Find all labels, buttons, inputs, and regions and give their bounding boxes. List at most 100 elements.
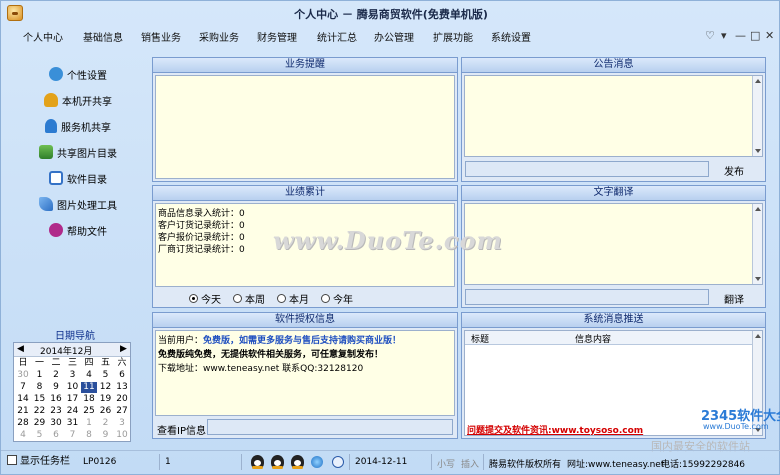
calendar-day[interactable]: 13: [114, 382, 130, 393]
calendar-day[interactable]: 4: [81, 370, 97, 381]
calendar-day[interactable]: 8: [81, 430, 97, 441]
notice-scrollbar[interactable]: [752, 76, 762, 156]
calendar-day[interactable]: 5: [98, 370, 114, 381]
next-month-icon[interactable]: ▶: [120, 344, 127, 354]
calendar-day[interactable]: 5: [32, 430, 48, 441]
calendar-day[interactable]: 24: [65, 406, 81, 417]
radio-dot[interactable]: [233, 294, 242, 303]
calendar-day[interactable]: 15: [32, 394, 48, 405]
calendar-day[interactable]: 14: [15, 394, 31, 405]
menu-personal-center[interactable]: 个人中心: [23, 29, 63, 44]
maximize-button[interactable]: □: [750, 29, 760, 42]
calendar-day[interactable]: 29: [32, 418, 48, 429]
calendar-day[interactable]: 26: [98, 406, 114, 417]
notice-content[interactable]: [464, 75, 763, 157]
website[interactable]: 网址:www.teneasy.net: [567, 457, 664, 470]
menu-office[interactable]: 办公管理: [374, 29, 414, 44]
radio-this-month[interactable]: 本月: [277, 291, 309, 306]
close-button[interactable]: ✕: [765, 29, 774, 42]
ip-info-field[interactable]: [207, 419, 453, 435]
translate-input-area[interactable]: [464, 203, 763, 285]
menu-extensions[interactable]: 扩展功能: [433, 29, 473, 44]
calendar-day[interactable]: 6: [114, 370, 130, 381]
divider: [349, 454, 350, 470]
globe-icon[interactable]: [311, 456, 323, 468]
calendar-day[interactable]: 3: [65, 370, 81, 381]
radio-this-week[interactable]: 本周: [233, 291, 265, 306]
calendar-day[interactable]: 22: [32, 406, 48, 417]
calendar-day[interactable]: 10: [114, 430, 130, 441]
calendar: ◀ 2014年12月 ▶ 日一二三四五六 30 1 2 3 4 5 6 7 8 9 10 11 12 13…: [13, 342, 131, 442]
panel-title: 公告消息: [462, 58, 765, 73]
column-header-content[interactable]: 信息内容: [575, 332, 611, 345]
calendar-day[interactable]: 1: [32, 370, 48, 381]
notice-input[interactable]: [465, 161, 709, 177]
dropdown-icon[interactable]: ▾: [721, 29, 727, 42]
translate-scrollbar[interactable]: [752, 204, 762, 284]
sidebar-item-help[interactable]: 帮助文件: [9, 219, 147, 241]
calendar-day-today[interactable]: 11: [81, 382, 97, 393]
business-reminder-content[interactable]: [155, 75, 455, 179]
prev-month-icon[interactable]: ◀: [17, 344, 24, 354]
radio-dot[interactable]: [321, 294, 330, 303]
user-code: LP0126: [83, 457, 117, 467]
minimize-button[interactable]: —: [735, 29, 746, 42]
menu-basic-info[interactable]: 基础信息: [83, 29, 123, 44]
calendar-day[interactable]: 23: [48, 406, 64, 417]
calendar-day[interactable]: 25: [81, 406, 97, 417]
calendar-day[interactable]: 3: [114, 418, 130, 429]
calendar-day[interactable]: 17: [65, 394, 81, 405]
translate-button[interactable]: 翻译: [724, 291, 744, 306]
calendar-day[interactable]: 2: [98, 418, 114, 429]
sidebar-item-personal-settings[interactable]: 个性设置: [9, 63, 147, 85]
menu-purchase[interactable]: 采购业务: [199, 29, 239, 44]
calendar-day[interactable]: 18: [81, 394, 97, 405]
sidebar-item-image-tool[interactable]: 图片处理工具: [9, 193, 147, 215]
radio-today[interactable]: 今天: [189, 291, 221, 306]
sidebar-item-shared-pictures[interactable]: 共享图片目录: [9, 141, 147, 163]
calendar-day[interactable]: 28: [15, 418, 31, 429]
calendar-day[interactable]: 12: [98, 382, 114, 393]
menu-finance[interactable]: 财务管理: [257, 29, 297, 44]
menu-system-settings[interactable]: 系统设置: [491, 29, 531, 44]
calendar-day[interactable]: 19: [98, 394, 114, 405]
qq-icon[interactable]: [251, 455, 264, 469]
calendar-day[interactable]: 27: [114, 406, 130, 417]
calendar-day[interactable]: 31: [65, 418, 81, 429]
menu-sales[interactable]: 销售业务: [141, 29, 181, 44]
qq-icon[interactable]: [291, 455, 304, 469]
calendar-day[interactable]: 7: [15, 382, 31, 393]
calendar-day[interactable]: 8: [32, 382, 48, 393]
sidebar-item-local-share[interactable]: 本机开共享: [9, 89, 147, 111]
radio-dot[interactable]: [277, 294, 286, 303]
calendar-day[interactable]: 9: [48, 382, 64, 393]
help-icon: [49, 223, 63, 237]
info-icon[interactable]: [332, 456, 344, 468]
radio-this-year[interactable]: 今年: [321, 291, 353, 306]
translate-output[interactable]: [465, 289, 709, 305]
publish-button[interactable]: 发布: [724, 163, 744, 178]
calendar-day[interactable]: 1: [81, 418, 97, 429]
calendar-day[interactable]: 6: [48, 430, 64, 441]
calendar-day[interactable]: 7: [65, 430, 81, 441]
radio-label: 今年: [333, 295, 353, 306]
calendar-day[interactable]: 21: [15, 406, 31, 417]
column-header-title[interactable]: 标题: [471, 332, 489, 345]
sidebar-item-server-share[interactable]: 服务机共享: [9, 115, 147, 137]
weekday-label: 四: [84, 358, 94, 368]
calendar-day[interactable]: 30: [48, 418, 64, 429]
favorite-icon[interactable]: ♡: [705, 29, 715, 42]
calendar-day[interactable]: 20: [114, 394, 130, 405]
calendar-day[interactable]: 10: [65, 382, 81, 393]
qq-icon[interactable]: [271, 455, 284, 469]
radio-dot[interactable]: [189, 294, 198, 303]
calendar-day[interactable]: 4: [15, 430, 31, 441]
calendar-day[interactable]: 9: [98, 430, 114, 441]
sidebar-item-software-directory[interactable]: 软件目录: [9, 167, 147, 189]
support-link[interactable]: 问题提交及软件资讯:www.toysoso.com: [467, 423, 643, 436]
calendar-day[interactable]: 30: [15, 370, 31, 381]
calendar-day[interactable]: 2: [48, 370, 64, 381]
calendar-month[interactable]: 2014年12月: [40, 344, 92, 357]
calendar-day[interactable]: 16: [48, 394, 64, 405]
menu-statistics[interactable]: 统计汇总: [317, 29, 357, 44]
